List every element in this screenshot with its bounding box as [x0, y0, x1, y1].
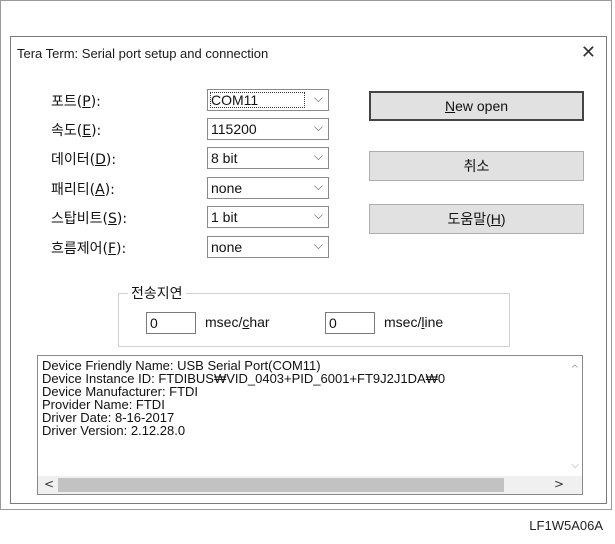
flow-control-value: none [211, 239, 243, 255]
horizontal-scrollbar[interactable]: < > [38, 476, 582, 494]
port-value: COM11 [211, 92, 259, 108]
scroll-up-icon[interactable]: ^ [571, 364, 579, 375]
chevron-down-icon: ⌵ [313, 238, 323, 252]
speed-select[interactable]: 115200 ⌵ [207, 118, 329, 140]
scroll-left-icon[interactable]: < [44, 477, 54, 491]
chevron-down-icon: ⌵ [313, 91, 323, 105]
flow-control-select[interactable]: none ⌵ [207, 236, 329, 258]
speed-label: 속도(E): [51, 123, 102, 139]
data-bits-select[interactable]: 8 bit ⌵ [207, 147, 329, 169]
dialog-title: Tera Term: Serial port setup and connect… [17, 46, 269, 61]
data-bits-value: 8 bit [211, 150, 238, 166]
scrollbar-thumb[interactable] [58, 478, 504, 492]
data-label: 데이터(D): [51, 152, 117, 168]
chevron-down-icon: ⌵ [313, 208, 323, 222]
line-delay-input[interactable]: 0 [325, 312, 375, 334]
parity-select[interactable]: none ⌵ [207, 177, 329, 199]
stop-bits-select[interactable]: 1 bit ⌵ [207, 206, 329, 228]
new-open-button[interactable]: New open [369, 91, 584, 121]
transmit-delay-title: 전송지연 [128, 283, 186, 303]
stop-bits-value: 1 bit [211, 209, 238, 225]
figure-caption: LF1W5A06A [529, 518, 603, 533]
serial-port-dialog: Tera Term: Serial port setup and connect… [10, 36, 607, 504]
char-delay-value: 0 [150, 315, 158, 331]
parity-label: 패리티(A): [51, 182, 115, 198]
stopbit-label: 스탑비트(S): [51, 211, 128, 227]
line-delay-unit: msec/line [384, 314, 444, 330]
speed-value: 115200 [211, 121, 257, 137]
port-select[interactable]: COM11 ⌵ [207, 89, 329, 111]
scroll-down-icon[interactable]: ⌵ [571, 460, 579, 471]
chevron-down-icon: ⌵ [313, 179, 323, 193]
device-info-text: Device Friendly Name: USB Serial Port(CO… [42, 359, 445, 437]
chevron-down-icon: ⌵ [313, 149, 323, 163]
scroll-right-icon[interactable]: > [554, 477, 564, 491]
port-label: 포트(P): [51, 94, 101, 110]
parity-value: none [211, 180, 243, 196]
char-delay-unit: msec/char [205, 314, 270, 330]
close-icon[interactable]: ✕ [581, 43, 596, 63]
help-button[interactable]: 도움말(H) [369, 204, 584, 234]
line-delay-value: 0 [329, 315, 337, 331]
title-bar: Tera Term: Serial port setup and connect… [11, 37, 606, 71]
chevron-down-icon: ⌵ [313, 120, 323, 134]
flow-control-label: 흐름제어(F): [51, 241, 127, 257]
device-info-box[interactable]: Device Friendly Name: USB Serial Port(CO… [37, 355, 583, 495]
cancel-button[interactable]: 취소 [369, 151, 584, 181]
char-delay-input[interactable]: 0 [146, 312, 196, 334]
device-info-line: Driver Version: 2.12.28.0 [42, 423, 186, 438]
